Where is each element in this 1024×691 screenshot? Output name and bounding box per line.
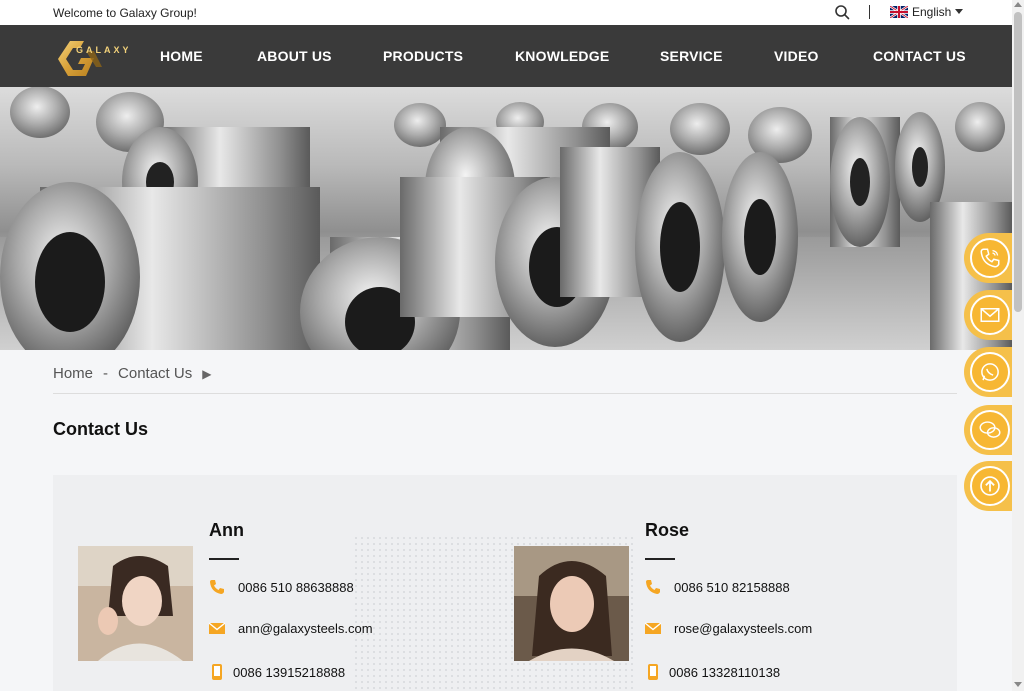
steel-coils-image bbox=[0, 87, 1012, 350]
contact-name: Ann bbox=[209, 520, 244, 540]
phone-icon bbox=[980, 248, 1000, 268]
language-selector[interactable]: English bbox=[890, 5, 964, 19]
contact-email-row: ann@galaxysteels.com bbox=[209, 620, 373, 636]
avatar-ann bbox=[78, 546, 193, 661]
mail-icon bbox=[645, 622, 661, 634]
name-underline bbox=[645, 558, 675, 560]
breadcrumb-home[interactable]: Home bbox=[53, 365, 93, 382]
whatsapp-icon bbox=[981, 363, 999, 381]
main-nav: GALAXY HOME ABOUT US PRODUCTS KNOWLEDGE … bbox=[0, 25, 1012, 87]
contact-phone[interactable]: 0086 510 82158888 bbox=[674, 580, 790, 595]
contact-email-row: rose@galaxysteels.com bbox=[645, 620, 812, 636]
page-scrollbar[interactable] bbox=[1012, 0, 1024, 691]
divider bbox=[53, 393, 957, 394]
nav-knowledge[interactable]: KNOWLEDGE bbox=[515, 48, 609, 64]
nav-video[interactable]: VIDEO bbox=[774, 48, 819, 64]
contact-mobile[interactable]: 0086 13328110138 bbox=[669, 665, 780, 680]
breadcrumb: Home - Contact Us ▶ bbox=[53, 365, 211, 382]
top-bar: Welcome to Galaxy Group! English bbox=[0, 0, 1012, 25]
contact-mobile-row: 0086 13328110138 bbox=[645, 664, 780, 680]
contact-email[interactable]: rose@galaxysteels.com bbox=[674, 621, 812, 636]
search-icon[interactable] bbox=[834, 4, 850, 20]
chevron-down-icon bbox=[955, 9, 964, 14]
nav-products[interactable]: PRODUCTS bbox=[383, 48, 463, 64]
welcome-text: Welcome to Galaxy Group! bbox=[53, 6, 197, 20]
language-label: English bbox=[912, 5, 952, 19]
nav-contact-us[interactable]: CONTACT US bbox=[873, 48, 966, 64]
galaxy-logo[interactable]: GALAXY bbox=[56, 37, 128, 79]
mobile-icon bbox=[648, 664, 658, 680]
nav-about-us[interactable]: ABOUT US bbox=[257, 48, 332, 64]
phone-icon bbox=[646, 580, 660, 594]
breadcrumb-current: Contact Us bbox=[118, 365, 193, 382]
phone-icon bbox=[210, 580, 224, 594]
avatar-rose bbox=[514, 546, 629, 661]
contact-mobile-row: 0086 13915218888 bbox=[209, 664, 345, 680]
wechat-icon bbox=[979, 421, 1001, 438]
logo-text: GALAXY bbox=[76, 45, 128, 55]
breadcrumb-separator: - bbox=[103, 365, 109, 382]
name-underline bbox=[209, 558, 239, 560]
scroll-up-arrow-icon[interactable] bbox=[1014, 2, 1022, 7]
scroll-down-arrow-icon[interactable] bbox=[1014, 682, 1022, 687]
contact-panel: Ann 0086 510 88638888 ann@galaxysteels.c… bbox=[53, 475, 957, 691]
hero-banner bbox=[0, 87, 1012, 350]
page-title: Contact Us bbox=[53, 419, 149, 439]
contact-mobile[interactable]: 0086 13915218888 bbox=[233, 665, 345, 680]
uk-flag-icon bbox=[890, 6, 908, 18]
mail-icon bbox=[209, 622, 225, 634]
play-arrow-icon: ▶ bbox=[202, 366, 212, 381]
contact-phone-row: 0086 510 82158888 bbox=[645, 579, 790, 595]
top-divider bbox=[869, 5, 870, 19]
contact-phone-row: 0086 510 88638888 bbox=[209, 579, 354, 595]
nav-service[interactable]: SERVICE bbox=[660, 48, 723, 64]
mail-icon bbox=[980, 308, 1000, 322]
back-to-top-icon bbox=[980, 476, 1000, 496]
scrollbar-thumb[interactable] bbox=[1014, 12, 1022, 312]
contact-name: Rose bbox=[645, 520, 690, 540]
contact-email[interactable]: ann@galaxysteels.com bbox=[238, 621, 373, 636]
nav-home[interactable]: HOME bbox=[160, 48, 203, 64]
contact-phone[interactable]: 0086 510 88638888 bbox=[238, 580, 354, 595]
mobile-icon bbox=[212, 664, 222, 680]
